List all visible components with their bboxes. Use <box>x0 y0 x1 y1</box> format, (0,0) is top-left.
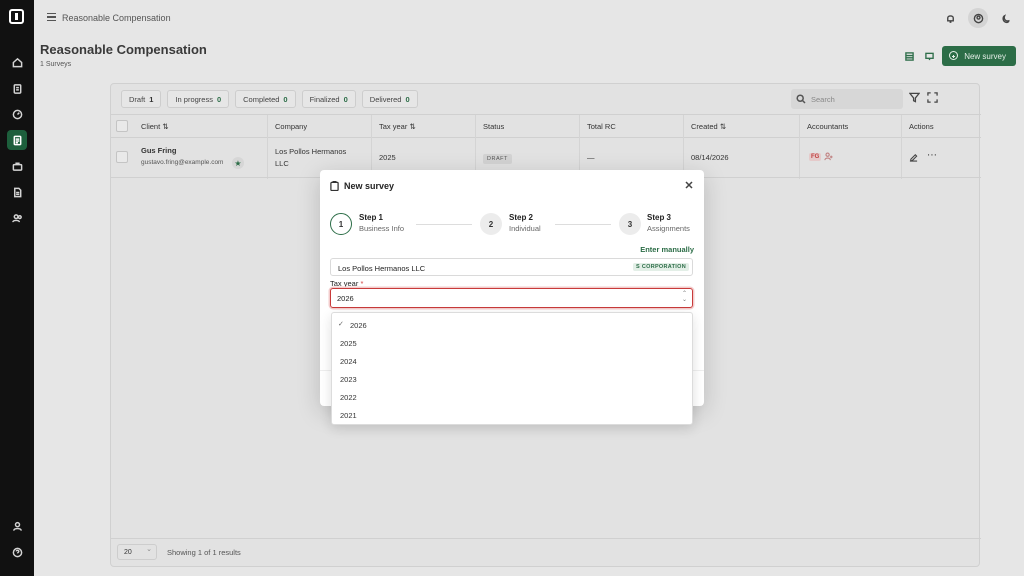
col-actions: Actions <box>909 122 934 131</box>
client-email: gustavo.fring@example.com <box>141 159 224 166</box>
filter-completed[interactable]: Completed 0 <box>235 90 296 108</box>
bell-icon[interactable] <box>940 8 960 28</box>
step-3-indicator: 3 <box>619 213 641 235</box>
page-size-select[interactable]: 20 <box>117 544 157 560</box>
filter-delivered[interactable]: Delivered 0 <box>361 90 418 108</box>
filter-draft[interactable]: Draft 1 <box>121 90 162 108</box>
tax-year-select[interactable]: 2026 ⌃ ⌄ <box>330 288 693 308</box>
profile-icon[interactable] <box>7 516 27 536</box>
gauge-icon[interactable] <box>7 104 27 124</box>
option-2022[interactable]: 2022 <box>332 387 694 405</box>
col-client[interactable]: Client ⇅ <box>141 122 169 131</box>
filter-icon[interactable] <box>908 92 921 103</box>
step-2-desc: Individual <box>509 224 541 233</box>
menu-icon[interactable] <box>47 13 56 22</box>
tax-year-cell: 2025 <box>379 153 396 162</box>
col-total-rc: Total RC <box>587 122 616 131</box>
account-icon[interactable] <box>968 8 988 28</box>
step-2-indicator: 2 <box>480 213 502 235</box>
table-header: Client ⇅ Company Tax year ⇅ Status Total… <box>111 114 981 179</box>
tax-year-dropdown: ✓ 2026 2025 2024 2023 2022 2021 <box>331 312 693 425</box>
option-2023[interactable]: 2023 <box>332 369 694 387</box>
expand-icon[interactable] <box>927 92 938 103</box>
option-2025[interactable]: 2025 <box>332 333 694 351</box>
home-icon[interactable] <box>7 52 27 72</box>
total-rc-cell: — <box>587 153 595 162</box>
close-icon[interactable] <box>684 180 694 190</box>
option-2024[interactable]: 2024 <box>332 351 694 369</box>
survey-count: 1 Surveys <box>40 61 72 68</box>
breadcrumb: Reasonable Compensation <box>62 13 171 23</box>
presentation-icon[interactable] <box>922 49 936 63</box>
status-badge: DRAFT <box>483 154 512 164</box>
grid-view-icon[interactable] <box>902 49 916 63</box>
company-name: Los Pollos Hermanos <box>275 147 347 156</box>
moon-icon[interactable] <box>996 8 1016 28</box>
col-company: Company <box>275 122 308 131</box>
step-3-name: Step 3 <box>647 213 672 222</box>
select-all-checkbox[interactable] <box>116 120 128 132</box>
app-logo[interactable] <box>9 9 24 24</box>
results-count: Showing 1 of 1 results <box>167 548 241 557</box>
modal-title: New survey <box>344 181 395 191</box>
client-name: Gus Fring <box>141 146 177 155</box>
company-name-line2: LLC <box>275 159 289 168</box>
row-checkbox[interactable] <box>116 151 128 163</box>
tax-year-label: Tax year * <box>330 279 364 288</box>
search-icon <box>796 94 806 104</box>
chevron-up-down-icon: ⌃ ⌄ <box>681 291 687 303</box>
option-2021[interactable]: 2021 <box>332 405 694 423</box>
col-tax-year[interactable]: Tax year ⇅ <box>379 122 416 131</box>
step-1-desc: Business Info <box>359 224 405 233</box>
step-1-name: Step 1 <box>359 213 384 222</box>
star-icon[interactable]: ★ <box>232 157 244 169</box>
step-3-desc: Assignments <box>647 224 690 233</box>
filter-finalized[interactable]: Finalized 0 <box>301 90 356 108</box>
left-rail <box>0 0 34 576</box>
table-footer: 20 Showing 1 of 1 results <box>111 538 981 566</box>
more-icon[interactable]: ⋯ <box>927 150 937 161</box>
clipboard-icon[interactable] <box>7 78 27 98</box>
plus-circle-icon <box>949 51 959 60</box>
step-2-name: Step 2 <box>509 213 534 222</box>
surveys-icon[interactable] <box>7 130 27 150</box>
top-bar: Reasonable Compensation <box>34 0 1024 36</box>
company-field[interactable]: Los Pollos Hermanos LLC S CORPORATION <box>330 258 693 276</box>
entity-type-badge: S CORPORATION <box>633 263 689 271</box>
help-icon[interactable] <box>7 542 27 562</box>
col-created[interactable]: Created ⇅ <box>691 122 726 131</box>
assign-user-icon[interactable] <box>824 152 833 161</box>
clipboard-icon <box>330 180 339 192</box>
new-survey-button[interactable]: New survey <box>942 46 1016 66</box>
created-cell: 08/14/2026 <box>691 153 729 162</box>
edit-icon[interactable] <box>909 153 918 162</box>
filter-in-progress[interactable]: In progress 0 <box>167 90 230 108</box>
option-2026[interactable]: ✓ 2026 <box>332 315 694 333</box>
search-input[interactable]: Search <box>791 89 903 109</box>
col-accountants: Accountants <box>807 122 849 131</box>
users-icon[interactable] <box>7 208 27 228</box>
check-icon: ✓ <box>338 321 344 328</box>
accountant-badge: FG <box>809 153 822 161</box>
briefcase-icon[interactable] <box>7 156 27 176</box>
enter-manually-link[interactable]: Enter manually <box>640 245 694 254</box>
step-1-indicator: 1 <box>330 213 352 235</box>
col-status: Status <box>483 122 505 131</box>
page-title: Reasonable Compensation <box>40 42 207 57</box>
document-icon[interactable] <box>7 182 27 202</box>
